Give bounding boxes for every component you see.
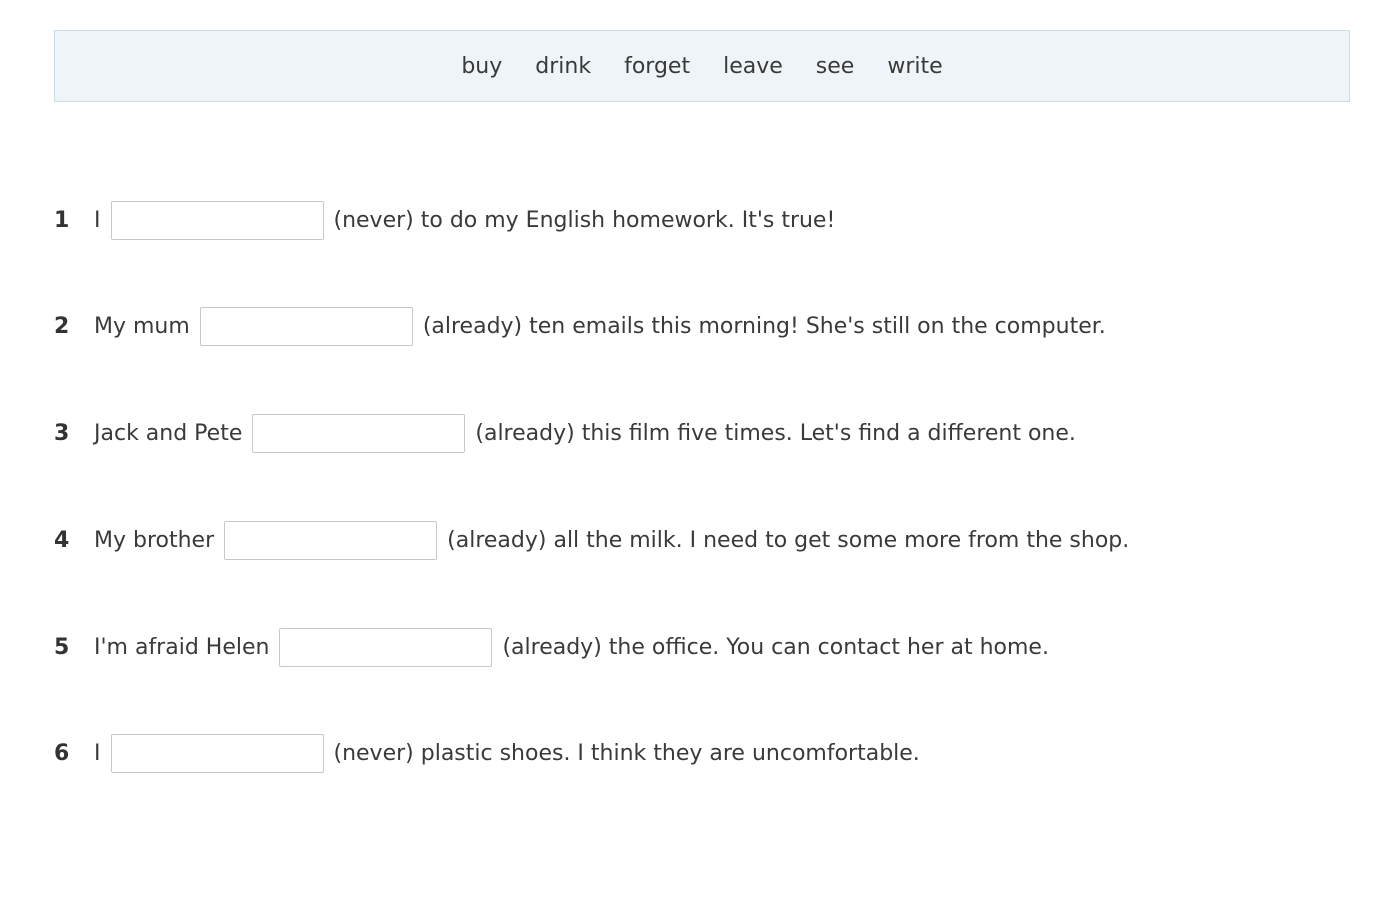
sentence-start: Jack and Pete bbox=[94, 421, 243, 447]
exercise-item: 4 My brother (already) all the milk. I n… bbox=[54, 520, 1129, 560]
sentence-start: I bbox=[94, 741, 101, 767]
word-bank-item: drink bbox=[535, 53, 592, 79]
sentence-start: My brother bbox=[94, 527, 215, 553]
word-bank-item: leave bbox=[723, 53, 783, 79]
exercise-item: 2 My mum (already) ten emails this morni… bbox=[54, 307, 1129, 347]
sentence-end: (never) to do my English homework. It's … bbox=[333, 207, 836, 233]
answer-input[interactable] bbox=[252, 414, 466, 454]
item-number: 6 bbox=[54, 741, 70, 767]
answer-input[interactable] bbox=[279, 627, 493, 667]
exercise-item: 3 Jack and Pete (already) this film five… bbox=[54, 414, 1129, 454]
item-number: 3 bbox=[54, 421, 70, 447]
answer-input[interactable] bbox=[110, 200, 324, 240]
word-bank: buy drink forget leave see write bbox=[54, 30, 1350, 102]
sentence-end: (never) plastic shoes. I think they are … bbox=[333, 741, 920, 767]
sentence-end: (already) all the milk. I need to get so… bbox=[447, 527, 1130, 553]
answer-input[interactable] bbox=[224, 520, 438, 560]
exercise-item: 1 I (never) to do my English homework. I… bbox=[54, 200, 1129, 240]
sentence-start: My mum bbox=[94, 314, 190, 340]
item-number: 4 bbox=[54, 527, 70, 553]
item-number: 2 bbox=[54, 314, 70, 340]
word-bank-item: buy bbox=[461, 53, 503, 79]
sentence-end: (already) ten emails this morning! She's… bbox=[422, 314, 1106, 340]
word-bank-item: write bbox=[887, 53, 943, 79]
item-number: 1 bbox=[54, 207, 70, 233]
sentence-start: I bbox=[94, 207, 101, 233]
exercise-list: 1 I (never) to do my English homework. I… bbox=[54, 200, 1129, 841]
answer-input[interactable] bbox=[110, 734, 324, 774]
item-number: 5 bbox=[54, 634, 70, 660]
sentence-end: (already) this film five times. Let's fi… bbox=[475, 421, 1076, 447]
word-bank-item: see bbox=[815, 53, 855, 79]
exercise-item: 5 I'm afraid Helen (already) the office.… bbox=[54, 627, 1129, 667]
answer-input[interactable] bbox=[199, 307, 413, 347]
sentence-end: (already) the office. You can contact he… bbox=[502, 634, 1049, 660]
exercise-item: 6 I (never) plastic shoes. I think they … bbox=[54, 734, 1129, 774]
sentence-start: I'm afraid Helen bbox=[94, 634, 270, 660]
word-bank-item: forget bbox=[624, 53, 691, 79]
